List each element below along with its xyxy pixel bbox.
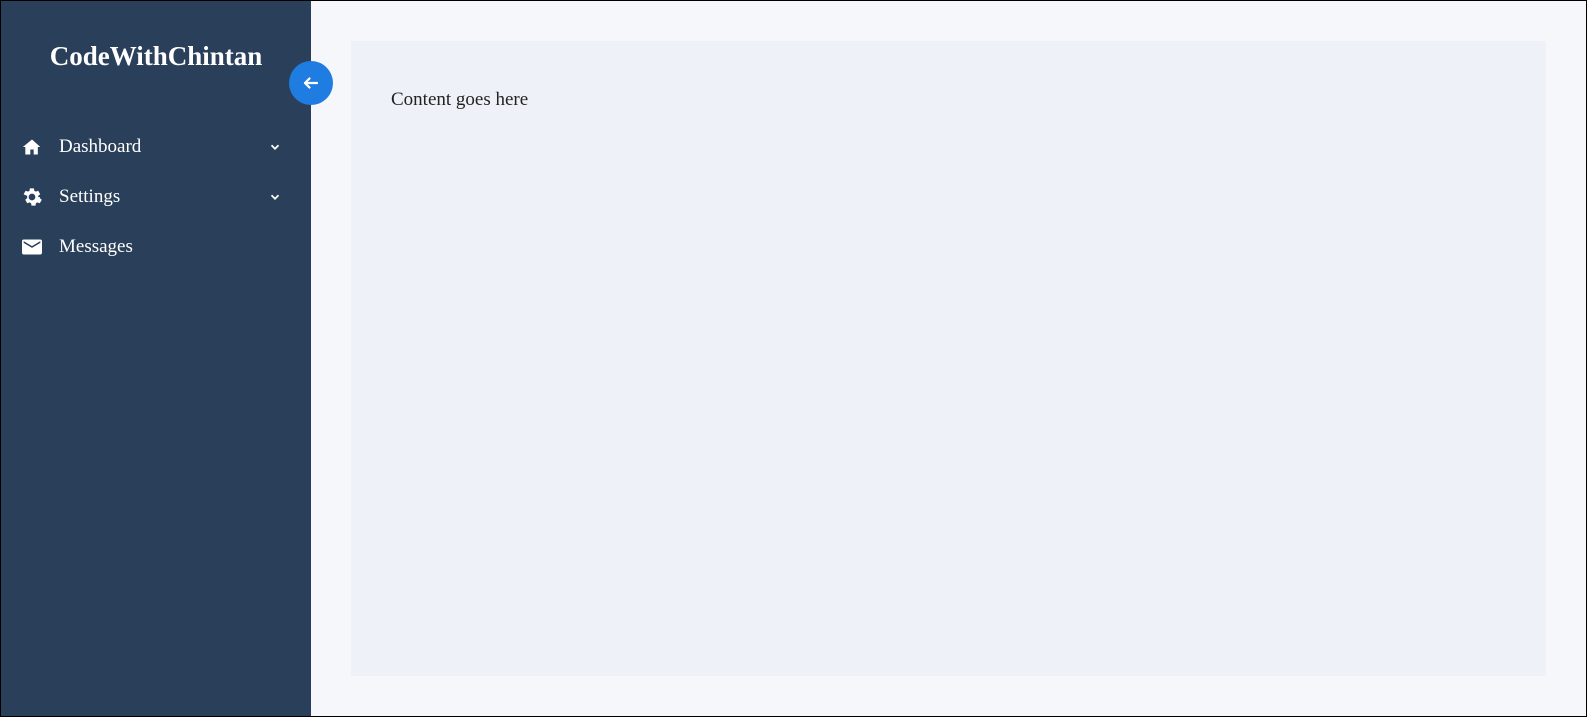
sidebar-item-dashboard[interactable]: Dashboard: [21, 122, 291, 172]
sidebar-item-label: Dashboard: [59, 136, 267, 158]
sidebar-item-messages[interactable]: Messages: [21, 222, 291, 272]
home-icon: [21, 136, 43, 158]
chevron-down-icon: [267, 139, 283, 155]
sidebar-item-label: Settings: [59, 186, 267, 208]
sidebar-toggle-button[interactable]: [289, 61, 333, 105]
sidebar-item-settings[interactable]: Settings: [21, 172, 291, 222]
arrow-left-icon: [302, 74, 320, 92]
brand-title: CodeWithChintan: [1, 31, 311, 122]
envelope-icon: [21, 236, 43, 258]
content-text: Content goes here: [391, 89, 528, 110]
chevron-down-icon: [267, 189, 283, 205]
main-area: Content goes here: [311, 1, 1586, 716]
content-panel: Content goes here: [351, 41, 1546, 676]
gear-icon: [21, 186, 43, 208]
sidebar-item-label: Messages: [59, 236, 291, 258]
sidebar: CodeWithChintan Dashboard: [1, 1, 311, 716]
nav-list: Dashboard Settings: [1, 122, 311, 272]
